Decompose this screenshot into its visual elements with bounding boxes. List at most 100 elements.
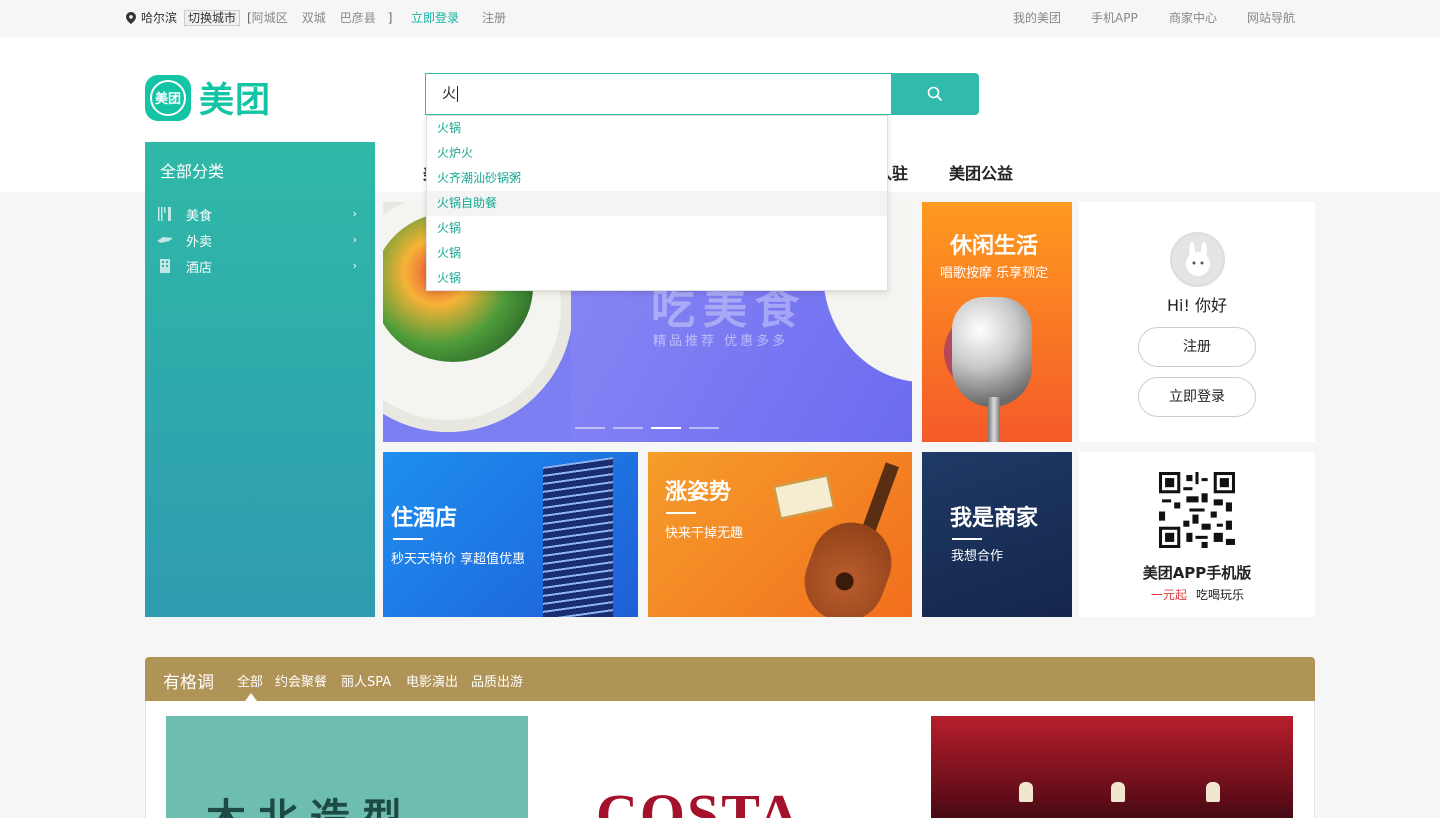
leisure-tile[interactable]: 休闲生活 唱歌按摩 乐享预定 — [922, 202, 1072, 442]
banner-subtitle: 精品推荐 优惠多多 — [653, 334, 789, 349]
tile-subtitle: 快来干掉无趣 — [665, 526, 744, 541]
app-title: 美团APP手机版 — [1142, 564, 1252, 582]
chevron-right-icon: › — [352, 259, 357, 272]
text-cursor: ​ — [457, 86, 458, 102]
suggestion-item[interactable]: 火炉火 — [427, 141, 887, 166]
suggestion-item[interactable]: 火齐潮汕砂锅粥 — [427, 166, 887, 191]
sidebar-title: 全部分类 — [160, 162, 225, 181]
logo-badge-icon: 美团 — [145, 74, 191, 121]
utensils-icon — [158, 207, 171, 221]
tile-title: 我是商家 — [950, 506, 1039, 531]
mobile-app-link[interactable]: 手机APP — [1091, 9, 1138, 26]
carousel-dot-active[interactable] — [651, 427, 681, 429]
current-city: 哈尔滨 — [141, 11, 178, 25]
search-input-value: 火 — [442, 86, 456, 102]
section-tab-dating[interactable]: 约会聚餐 — [275, 671, 327, 690]
merchant-tile[interactable]: 我是商家 我想合作 — [922, 452, 1072, 617]
logo-badge-text: 美团 — [150, 79, 186, 116]
tile-subtitle: 秒天天特价 享超值优惠 — [391, 552, 526, 567]
location-pin-icon — [126, 11, 136, 24]
deal-card[interactable] — [931, 716, 1293, 818]
nav-item-charity[interactable]: 美团公益 — [949, 160, 1013, 184]
nearby-city-link[interactable]: 阿城区 — [252, 9, 288, 26]
sidebar-item-label: 外卖 — [186, 234, 213, 250]
merchant-center-link[interactable]: 商家中心 — [1169, 9, 1217, 26]
sidebar-item-delivery[interactable]: 外卖 › — [157, 230, 367, 250]
section-tab-travel[interactable]: 品质出游 — [471, 671, 523, 690]
microphone-image — [952, 297, 1032, 407]
tile-title: 涨姿势 — [665, 480, 732, 505]
tower-image — [543, 457, 613, 617]
deal-card[interactable]: 木北造型 — [166, 716, 528, 818]
book-image — [773, 474, 835, 520]
app-promo: 一元起 — [1151, 588, 1188, 602]
sidebar-item-hotel[interactable]: 酒店 › — [157, 256, 367, 276]
bunny-avatar-icon — [1185, 241, 1210, 276]
lamp-image — [1206, 782, 1220, 802]
sidebar-item-label: 酒店 — [186, 260, 213, 276]
tile-subtitle: 我想合作 — [951, 549, 1004, 564]
suggestion-item-hovered[interactable]: 火锅自助餐 — [427, 191, 887, 216]
app-download-card[interactable]: 美团APP手机版 一元起 吃喝玩乐 — [1079, 452, 1315, 617]
hotel-tile[interactable]: 住酒店 秒天天特价 享超值优惠 — [383, 452, 638, 617]
section-content: 木北造型 COSTA — [145, 701, 1315, 818]
suggestion-item[interactable]: 火锅 — [427, 241, 887, 266]
site-nav-link[interactable]: 网站导航 — [1247, 9, 1295, 26]
lamp-image — [1019, 782, 1033, 802]
user-card: Hi! 你好 注册 立即登录 — [1079, 202, 1315, 442]
carousel-dots — [575, 427, 727, 429]
top-bar: 哈尔滨 切换城市 [ 阿城区 双城 巴彦县 ] 立即登录 注册 我的美团 手机A… — [0, 0, 1440, 37]
suggestion-item[interactable]: 火锅 — [427, 266, 887, 291]
active-tab-caret — [245, 693, 257, 701]
delivery-icon — [157, 237, 173, 243]
login-button[interactable]: 立即登录 — [1138, 377, 1256, 417]
category-sidebar: 全部分类 美食 › 外卖 › 酒店 › — [145, 142, 375, 617]
sidebar-item-food[interactable]: 美食 › — [157, 204, 367, 224]
search-suggestions: 火锅 火炉火 火齐潮汕砂锅粥 火锅自助餐 火锅 火锅 火锅 — [426, 115, 888, 291]
top-login-link[interactable]: 立即登录 — [411, 9, 459, 26]
avatar — [1170, 232, 1225, 287]
deal-card[interactable]: COSTA — [541, 716, 911, 818]
building-icon — [160, 259, 170, 273]
location-area: 哈尔滨 切换城市 [ 阿城区 双城 巴彦县 ] — [126, 9, 392, 26]
tile-title: 休闲生活 — [950, 234, 1039, 259]
carousel-dot[interactable] — [613, 427, 643, 429]
ukulele-image — [793, 511, 903, 617]
carousel-dot[interactable] — [575, 427, 605, 429]
section-title: 有格调 — [163, 673, 214, 693]
carousel-dot[interactable] — [689, 427, 719, 429]
tile-divider — [952, 538, 982, 540]
tile-subtitle: 唱歌按摩 乐享预定 — [940, 266, 1049, 281]
suggestion-item[interactable]: 火锅 — [427, 116, 887, 141]
tile-divider — [666, 512, 696, 514]
search-icon — [927, 86, 943, 102]
nearby-city-link[interactable]: 双城 — [302, 9, 326, 26]
lamp-image — [1111, 782, 1125, 802]
section-tab-all[interactable]: 全部 — [237, 671, 263, 690]
deal-card-logo-text: COSTA — [596, 782, 802, 818]
deal-card-logo-text: 木北造型 — [206, 786, 414, 818]
bracket-close: ] — [387, 10, 393, 25]
meituan-logo[interactable]: 美团 美团 — [145, 72, 271, 123]
suggestion-item[interactable]: 火锅 — [427, 216, 887, 241]
nearby-city-link[interactable]: 巴彦县 — [340, 9, 376, 26]
qr-code-icon — [1159, 472, 1235, 548]
search-input[interactable]: 火​ — [425, 73, 892, 115]
section-tab-spa[interactable]: 丽人SPA — [341, 671, 391, 690]
sidebar-item-label: 美食 — [186, 208, 213, 224]
section-header: 有格调 全部 约会聚餐 丽人SPA 电影演出 品质出游 — [145, 657, 1315, 701]
search-button[interactable] — [891, 73, 979, 115]
app-slogan: 吃喝玩乐 — [1196, 588, 1245, 602]
microphone-stem-image — [988, 397, 1000, 442]
section-tab-movie[interactable]: 电影演出 — [406, 671, 458, 690]
greeting-text: Hi! 你好 — [1167, 296, 1227, 315]
my-meituan-link[interactable]: 我的美团 — [1013, 9, 1061, 26]
logo-text: 美团 — [199, 81, 272, 121]
chevron-right-icon: › — [352, 233, 357, 246]
tile-divider — [393, 538, 423, 540]
register-button[interactable]: 注册 — [1138, 327, 1256, 367]
switch-city-button[interactable]: 切换城市 — [184, 9, 241, 26]
top-register-link[interactable]: 注册 — [482, 9, 506, 26]
tile-title: 住酒店 — [391, 506, 458, 531]
trend-tile[interactable]: 涨姿势 快来干掉无趣 — [648, 452, 912, 617]
